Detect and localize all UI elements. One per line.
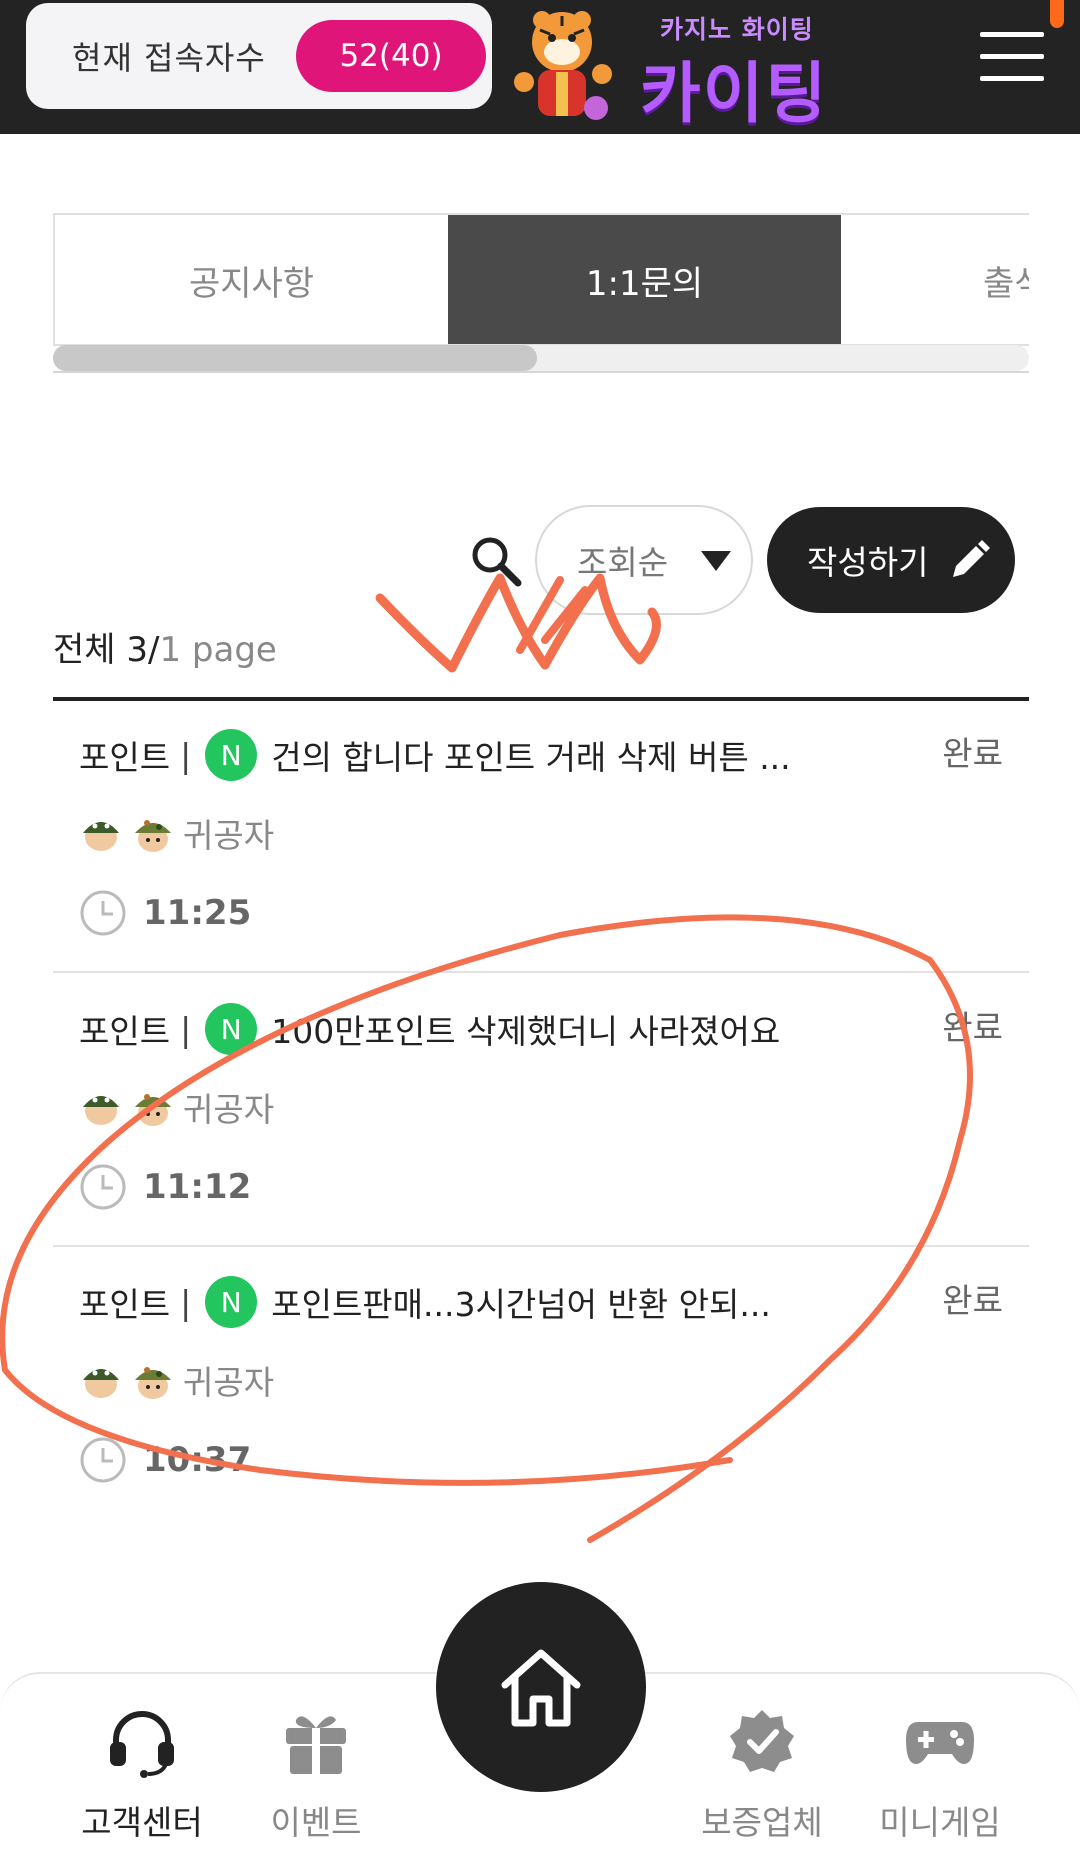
pencil-icon bbox=[953, 540, 990, 577]
post-category: 포인트 bbox=[79, 1012, 171, 1051]
home-button[interactable] bbox=[436, 1582, 646, 1792]
post-time: 11:12 bbox=[79, 1163, 251, 1211]
post-title[interactable]: 100만포인트 삭제했더니 사라졌어요 bbox=[271, 1005, 780, 1053]
write-button-label: 작성하기 bbox=[807, 543, 929, 582]
tab-divider bbox=[53, 371, 1029, 373]
gift-icon bbox=[286, 1716, 346, 1774]
post-status: 완료 bbox=[942, 1008, 1003, 1047]
clock-icon bbox=[80, 1164, 126, 1210]
tab-scrollbar-thumb[interactable] bbox=[53, 345, 537, 371]
post-category-separator: | bbox=[180, 1282, 192, 1322]
post-time-value: 11:25 bbox=[143, 893, 252, 933]
post-category-separator: | bbox=[180, 735, 192, 775]
post-author: 귀공자 bbox=[79, 1356, 274, 1404]
post-row[interactable]: 포인트 | N 100만포인트 삭제했더니 사라졌어요 완료 귀공자 11:12 bbox=[53, 975, 1029, 1247]
sort-select[interactable]: 조회순 bbox=[535, 505, 753, 615]
rank-helmet-icon bbox=[83, 822, 119, 851]
nav-customer-center-label: 고객센터 bbox=[81, 1803, 203, 1842]
soldier-avatar-icon bbox=[135, 1094, 171, 1126]
sort-label: 조회순 bbox=[577, 543, 669, 582]
page-info: 1 page bbox=[159, 630, 277, 670]
post-count: 전체 3/1 page bbox=[53, 622, 277, 671]
post-author: 귀공자 bbox=[79, 1083, 274, 1131]
nav-mini-game-label: 미니게임 bbox=[879, 1803, 1001, 1842]
rank-helmet-icon bbox=[83, 1096, 119, 1125]
post-row[interactable]: 포인트 | N 포인트판매...3시간넘어 반환 안되... 완료 귀공자 10… bbox=[53, 1248, 1029, 1520]
author-name[interactable]: 귀공자 bbox=[183, 809, 274, 857]
home-icon bbox=[501, 1649, 581, 1727]
post-status: 완료 bbox=[942, 1281, 1003, 1320]
verified-badge-icon bbox=[730, 1710, 794, 1772]
post-title[interactable]: 건의 합니다 포인트 거래 삭제 버튼 ... bbox=[271, 731, 790, 779]
nav-verified-sites[interactable]: 보증업체 bbox=[672, 1704, 852, 1854]
tiger-mascot-icon bbox=[514, 11, 612, 120]
post-total: 전체 3/ bbox=[53, 630, 160, 670]
tab-notice[interactable]: 공지사항 bbox=[55, 215, 448, 344]
nav-mini-game[interactable]: 미니게임 bbox=[850, 1704, 1030, 1854]
board-tabs: 공지사항 1:1문의 출석 bbox=[53, 213, 1029, 346]
post-category: 포인트 bbox=[79, 738, 171, 777]
post-category: 포인트 bbox=[79, 1285, 171, 1324]
new-badge: N bbox=[205, 1276, 258, 1328]
author-name[interactable]: 귀공자 bbox=[183, 1356, 274, 1404]
post-status: 완료 bbox=[942, 734, 1003, 773]
online-users-label: 현재 접속자수 bbox=[72, 39, 266, 77]
soldier-avatar-icon bbox=[135, 820, 171, 852]
nav-event-label: 이벤트 bbox=[270, 1803, 362, 1842]
post-time: 10:37 bbox=[79, 1436, 251, 1484]
notification-indicator bbox=[1050, 0, 1064, 28]
caret-down-icon bbox=[701, 551, 731, 571]
new-badge: N bbox=[205, 1003, 258, 1055]
post-row[interactable]: 포인트 | N 건의 합니다 포인트 거래 삭제 버튼 ... 완료 귀공자 1… bbox=[53, 701, 1029, 973]
post-category-separator: | bbox=[180, 1009, 192, 1049]
headset-icon bbox=[110, 1711, 174, 1778]
post-title-line[interactable]: 포인트 | N 100만포인트 삭제했더니 사라졌어요 bbox=[79, 1003, 780, 1055]
new-badge: N bbox=[205, 729, 258, 781]
nav-customer-center[interactable]: 고객센터 bbox=[52, 1704, 232, 1854]
top-header: 현재 접속자수 52(40) 카지노 화이팅 카이팅 bbox=[0, 0, 1080, 134]
tab-one-to-one-inquiry[interactable]: 1:1문의 bbox=[448, 215, 841, 344]
logo-title: 카이팅 bbox=[640, 55, 829, 132]
nav-event[interactable]: 이벤트 bbox=[226, 1704, 406, 1854]
gamepad-icon bbox=[906, 1722, 974, 1764]
tab-attendance[interactable]: 출석 bbox=[841, 215, 1029, 344]
soldier-avatar-icon bbox=[135, 1367, 171, 1399]
post-title-line[interactable]: 포인트 | N 포인트판매...3시간넘어 반환 안되... bbox=[79, 1276, 771, 1328]
nav-verified-sites-label: 보증업체 bbox=[701, 1803, 823, 1842]
page: 현재 접속자수 52(40) 카지노 화이팅 카이팅 공지사항 1:1문의 출 … bbox=[0, 0, 1080, 1860]
rank-helmet-icon bbox=[83, 1369, 119, 1398]
post-time-value: 10:37 bbox=[143, 1440, 252, 1480]
post-time-value: 11:12 bbox=[143, 1167, 252, 1207]
clock-icon bbox=[80, 1437, 126, 1483]
search-icon[interactable] bbox=[468, 533, 524, 589]
online-users-count: 52(40) bbox=[296, 20, 486, 92]
write-post-button[interactable]: 작성하기 bbox=[767, 507, 1015, 613]
clock-icon bbox=[80, 890, 126, 936]
hamburger-menu-icon[interactable] bbox=[980, 32, 1044, 82]
site-logo[interactable]: 카지노 화이팅 카이팅 bbox=[500, 2, 840, 132]
post-author: 귀공자 bbox=[79, 809, 274, 857]
author-name[interactable]: 귀공자 bbox=[183, 1083, 274, 1131]
online-users-pill: 현재 접속자수 52(40) bbox=[26, 3, 492, 109]
post-time: 11:25 bbox=[79, 889, 251, 937]
post-title-line[interactable]: 포인트 | N 건의 합니다 포인트 거래 삭제 버튼 ... bbox=[79, 729, 791, 781]
post-title[interactable]: 포인트판매...3시간넘어 반환 안되... bbox=[271, 1278, 771, 1326]
